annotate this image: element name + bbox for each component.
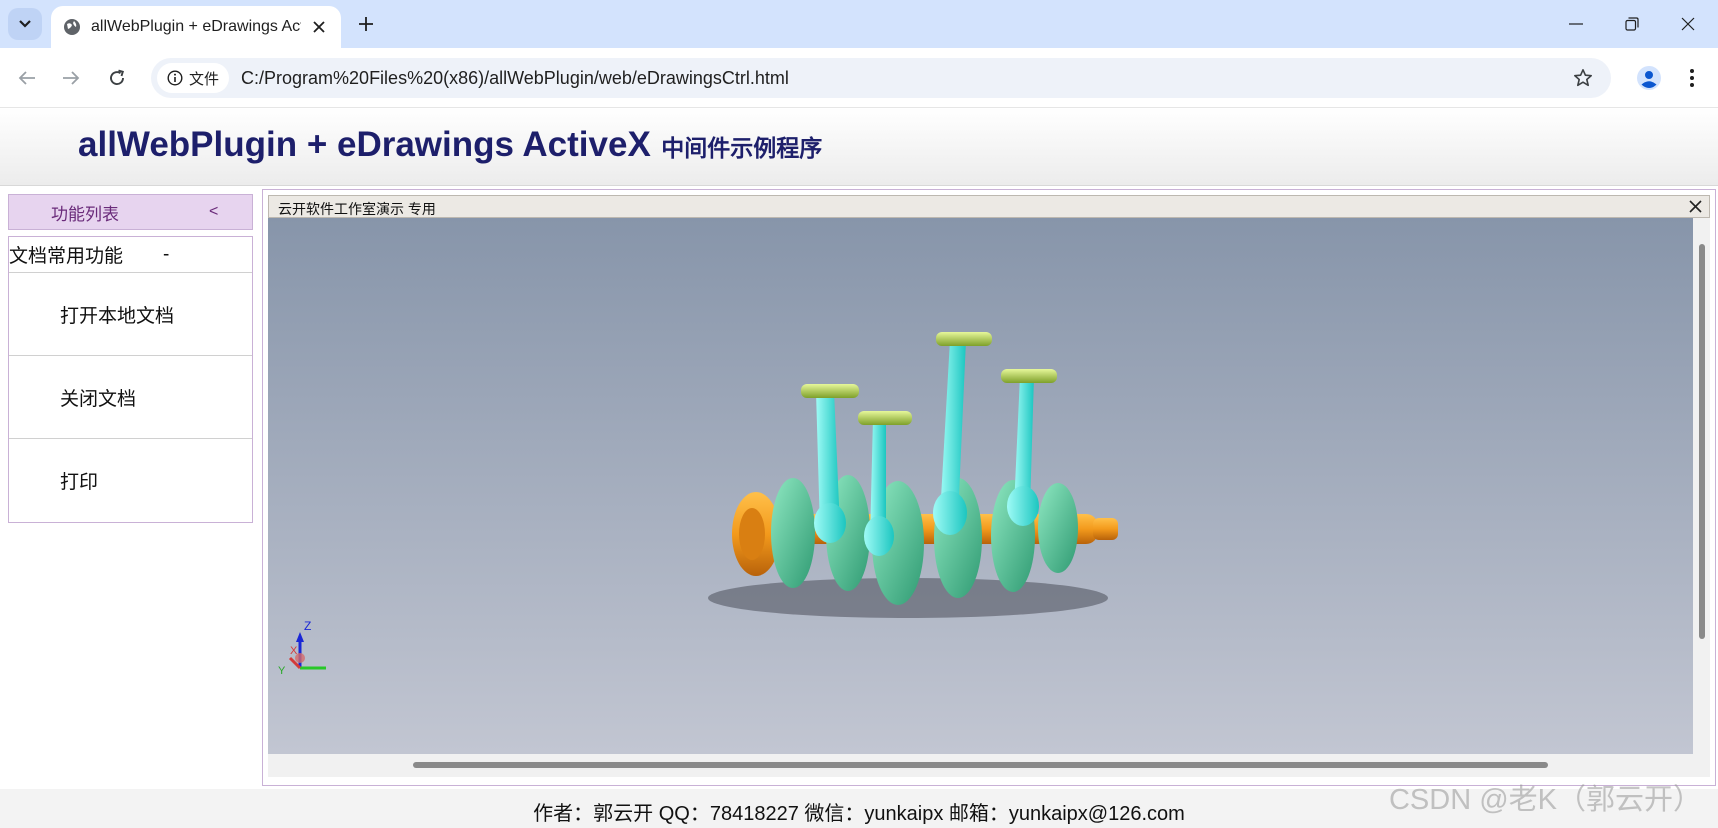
avatar-icon	[1637, 66, 1661, 90]
sidebar-heading: 功能列表	[51, 204, 119, 224]
triad-y-label: Y	[278, 665, 286, 677]
menu-item-open-document[interactable]: 打开本地文档	[9, 273, 252, 356]
function-sidebar: 功能列表 < 文档常用功能 - 打开本地文档 关闭文档 打印	[8, 194, 253, 523]
info-icon	[167, 70, 183, 86]
chevron-down-icon	[19, 20, 31, 28]
tab-strip: allWebPlugin + eDrawings ActiveX	[0, 0, 1718, 48]
restore-icon	[1625, 17, 1639, 31]
viewer-frame: 云开软件工作室演示 专用 Z X Y	[262, 189, 1716, 786]
rod-big-end-4	[1007, 486, 1039, 526]
minimize-button[interactable]	[1556, 8, 1596, 40]
sidebar-collapse-button[interactable]: <	[209, 203, 218, 221]
url-text[interactable]: C:/Program%20Files%20(x86)/allWebPlugin/…	[241, 68, 789, 89]
group-header[interactable]: 文档常用功能 -	[9, 237, 252, 273]
forward-button[interactable]	[55, 62, 87, 94]
viewer-title-bar: 云开软件工作室演示 专用	[268, 195, 1710, 218]
triad-x-label: X	[290, 645, 298, 657]
horizontal-scroll-thumb[interactable]	[413, 762, 1548, 768]
back-button[interactable]	[11, 62, 43, 94]
globe-icon	[64, 19, 80, 35]
vertical-scrollbar[interactable]	[1693, 218, 1710, 754]
crank-web-1	[771, 478, 815, 588]
group-toggle[interactable]: -	[163, 244, 169, 266]
browser-menu-button[interactable]	[1678, 61, 1706, 95]
crank-web-6	[1038, 483, 1078, 573]
page-title-en: allWebPlugin + eDrawings ActiveX	[78, 125, 651, 164]
tab-title: allWebPlugin + eDrawings ActiveX	[91, 18, 301, 35]
tab-search-button[interactable]	[8, 8, 42, 40]
viewer-close-button[interactable]	[1686, 197, 1705, 216]
close-icon	[313, 21, 325, 33]
minimize-icon	[1569, 23, 1583, 25]
shaft-end	[1093, 518, 1118, 540]
menu-item-print[interactable]: 打印	[9, 439, 252, 522]
window-close-button[interactable]	[1668, 8, 1708, 40]
reload-icon	[110, 69, 124, 85]
profile-button[interactable]	[1632, 61, 1666, 95]
restore-button[interactable]	[1612, 8, 1652, 40]
sidebar-header: 功能列表 <	[8, 194, 253, 230]
rod-big-end-3	[933, 491, 967, 535]
rod-big-end-2	[864, 516, 894, 556]
page-title-cn: 中间件示例程序	[661, 135, 823, 161]
piston-pin-2	[858, 411, 912, 425]
star-icon	[1574, 69, 1592, 87]
tab-close-button[interactable]	[309, 17, 329, 37]
sidebar-group: 文档常用功能 - 打开本地文档 关闭文档 打印	[8, 236, 253, 523]
arrow-left-icon	[18, 71, 35, 85]
group-title: 文档常用功能	[9, 246, 124, 267]
close-icon	[1689, 200, 1702, 213]
3d-viewport[interactable]: Z X Y	[268, 218, 1693, 754]
crankshaft-model[interactable]: Z X Y	[268, 218, 1693, 754]
plus-icon	[359, 17, 373, 31]
site-info-chip[interactable]: 文件	[157, 63, 230, 93]
viewer-title: 云开软件工作室演示 专用	[278, 201, 436, 217]
close-icon	[1681, 17, 1695, 31]
address-bar[interactable]: 文件 C:/Program%20Files%20(x86)/allWebPlug…	[151, 58, 1611, 98]
triad-z-label: Z	[304, 619, 311, 633]
more-vertical-icon	[1690, 69, 1694, 87]
rod-big-end-1	[814, 503, 846, 543]
browser-toolbar: 文件 C:/Program%20Files%20(x86)/allWebPlug…	[0, 48, 1718, 108]
page-title: allWebPlugin + eDrawings ActiveX 中间件示例程序	[78, 125, 822, 165]
bookmark-button[interactable]	[1569, 64, 1597, 92]
piston-pin-1	[801, 384, 859, 398]
browser-tab[interactable]: allWebPlugin + eDrawings ActiveX	[51, 6, 341, 48]
flange-face	[739, 508, 765, 560]
vertical-scroll-thumb[interactable]	[1699, 244, 1705, 639]
reload-button[interactable]	[101, 62, 133, 94]
arrow-right-icon	[63, 71, 80, 85]
piston-pin-3	[936, 332, 992, 346]
security-chip-label: 文件	[189, 70, 220, 88]
orientation-triad: Z X Y	[278, 619, 326, 677]
watermark: CSDN @老K（郭云开）	[1388, 784, 1702, 816]
horizontal-scrollbar[interactable]	[268, 754, 1710, 777]
page-header: allWebPlugin + eDrawings ActiveX 中间件示例程序	[0, 108, 1718, 186]
menu-item-close-document[interactable]: 关闭文档	[9, 356, 252, 439]
piston-pin-4	[1001, 369, 1057, 383]
new-tab-button[interactable]	[352, 10, 380, 38]
